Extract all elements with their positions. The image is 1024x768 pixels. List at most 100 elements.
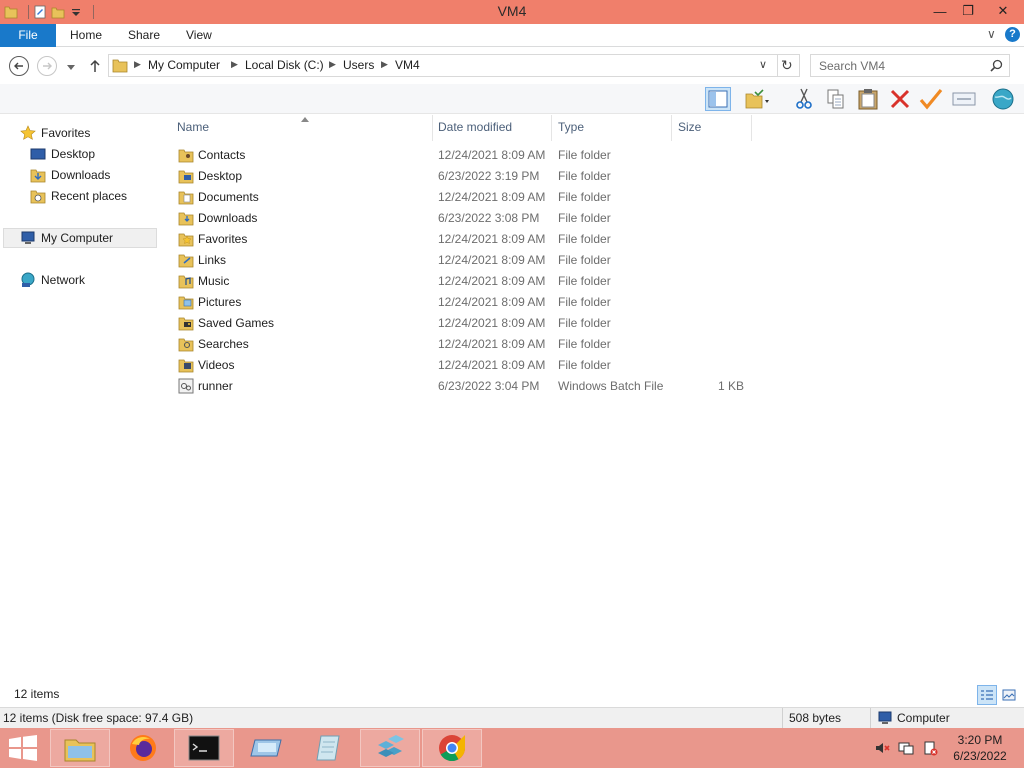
recent-locations-dropdown-icon[interactable]	[66, 63, 76, 71]
nav-network[interactable]: Network	[20, 270, 85, 290]
taskbar-firefox[interactable]	[113, 729, 173, 767]
rename-icon	[952, 92, 976, 106]
tab-view[interactable]: View	[174, 24, 224, 47]
file-name: Music	[198, 274, 230, 288]
breadcrumb-users[interactable]: Users	[343, 58, 374, 72]
nav-downloads[interactable]: Downloads	[30, 165, 110, 185]
column-header-name[interactable]: Name	[171, 115, 433, 141]
file-date: 6/23/2022 3:04 PM	[438, 379, 540, 393]
minimize-button[interactable]: —	[926, 0, 954, 22]
column-header-type[interactable]: Type	[552, 115, 672, 141]
pictures-folder-icon	[178, 296, 194, 310]
file-date: 6/23/2022 3:08 PM	[438, 211, 540, 225]
address-dropdown-button[interactable]: ∨	[759, 58, 767, 71]
restore-button[interactable]: ❐	[954, 0, 982, 22]
computer-icon	[878, 711, 892, 724]
nav-my-computer[interactable]: My Computer	[3, 228, 157, 248]
breadcrumb-my-computer[interactable]: My Computer	[148, 58, 220, 72]
remote-desktop-icon	[250, 739, 282, 757]
taskbar-registry-editor[interactable]	[360, 729, 420, 767]
file-row[interactable]: Searches 12/24/2021 8:09 AM File folder	[174, 334, 754, 355]
file-row[interactable]: Downloads 6/23/2022 3:08 PM File folder	[174, 208, 754, 229]
file-row[interactable]: Pictures 12/24/2021 8:09 AM File folder	[174, 292, 754, 313]
file-row[interactable]: Music 12/24/2021 8:09 AM File folder	[174, 271, 754, 292]
breadcrumb-chevron[interactable]: ▶	[134, 59, 141, 70]
taskbar-command-prompt[interactable]	[174, 729, 234, 767]
file-row[interactable]: Saved Games 12/24/2021 8:09 AM File folder	[174, 313, 754, 334]
breadcrumb-chevron[interactable]: ▶	[231, 59, 238, 70]
up-arrow-icon[interactable]	[88, 58, 102, 74]
select-button[interactable]	[918, 87, 944, 111]
file-row[interactable]: Desktop 6/23/2022 3:19 PM File folder	[174, 166, 754, 187]
search-box[interactable]	[810, 54, 1010, 77]
network-status-icon[interactable]	[898, 740, 914, 756]
breadcrumb-vm4[interactable]: VM4	[395, 58, 420, 72]
file-name: Favorites	[198, 232, 248, 246]
file-type: File folder	[558, 211, 611, 225]
folder-icon	[112, 59, 128, 73]
preview-pane-button[interactable]	[705, 87, 731, 111]
title-bar: VM4 — ❐ ✕	[0, 0, 1024, 24]
navigation-pane: Favorites Desktop Downloads Recent place…	[0, 115, 160, 683]
system-clock[interactable]: 3:20 PM 6/23/2022	[940, 732, 1020, 764]
file-type: File folder	[558, 295, 611, 309]
expand-ribbon-button[interactable]: ∨	[987, 27, 996, 41]
taskbar-chrome[interactable]	[422, 729, 482, 767]
file-row[interactable]: Videos 12/24/2021 8:09 AM File folder	[174, 355, 754, 376]
close-button[interactable]: ✕	[982, 0, 1024, 22]
copy-icon	[827, 89, 844, 109]
file-row[interactable]: Contacts 12/24/2021 8:09 AM File folder	[174, 145, 754, 166]
file-list: Name Date modified Type Size Contacts 12/…	[166, 115, 1024, 683]
refresh-button[interactable]: ↻	[781, 57, 793, 74]
cut-button[interactable]	[791, 87, 817, 111]
windows-start-icon[interactable]	[8, 735, 38, 761]
tab-home[interactable]: Home	[58, 24, 114, 47]
nav-desktop-label: Desktop	[51, 147, 96, 161]
file-row[interactable]: Favorites 12/24/2021 8:09 AM File folder	[174, 229, 754, 250]
rename-button[interactable]	[951, 87, 977, 111]
address-bar[interactable]: ▶ My Computer ▶ Local Disk (C:) ▶ Users …	[108, 54, 800, 77]
action-center-alert-icon[interactable]	[922, 740, 938, 756]
nav-recent-places[interactable]: Recent places	[30, 186, 127, 206]
breadcrumb-chevron[interactable]: ▶	[381, 59, 388, 70]
file-name: Saved Games	[198, 316, 275, 330]
help-button[interactable]: ?	[1005, 27, 1020, 42]
breadcrumb-local-disk[interactable]: Local Disk (C:)	[245, 58, 324, 72]
nav-desktop[interactable]: Desktop	[30, 144, 95, 164]
folder-options-button[interactable]	[744, 87, 770, 111]
copy-button[interactable]	[823, 87, 849, 111]
file-type: Windows Batch File	[558, 379, 664, 393]
details-view-button[interactable]	[977, 685, 997, 705]
back-button[interactable]	[9, 56, 29, 76]
file-row[interactable]: Documents 12/24/2021 8:09 AM File folder	[174, 187, 754, 208]
breadcrumb-chevron[interactable]: ▶	[329, 59, 336, 70]
delete-button[interactable]	[887, 87, 913, 111]
tab-file[interactable]: File	[0, 24, 56, 47]
file-row[interactable]: Links 12/24/2021 8:09 AM File folder	[174, 250, 754, 271]
network-browse-button[interactable]	[990, 87, 1016, 111]
volume-muted-icon[interactable]	[874, 740, 890, 756]
search-icon[interactable]	[990, 59, 1003, 72]
taskbar-remote-desktop[interactable]	[236, 729, 296, 767]
music-folder-icon	[178, 275, 194, 289]
file-row[interactable]: runner 6/23/2022 3:04 PM Windows Batch Fil…	[174, 376, 754, 397]
column-header-date[interactable]: Date modified	[432, 115, 552, 141]
taskbar-notepad[interactable]	[298, 729, 358, 767]
clock-time: 3:20 PM	[957, 733, 1003, 747]
forward-button[interactable]	[37, 56, 57, 76]
tab-share[interactable]: Share	[116, 24, 172, 47]
arrow-right-icon	[43, 62, 52, 70]
nav-favorites[interactable]: Favorites	[20, 123, 90, 143]
file-type: File folder	[558, 190, 611, 204]
taskbar-file-explorer[interactable]	[50, 729, 110, 767]
column-header-size[interactable]: Size	[672, 115, 752, 141]
large-icons-view-button[interactable]	[999, 685, 1019, 705]
registry-editor-icon	[378, 735, 404, 757]
details-divider	[782, 708, 783, 729]
paste-button[interactable]	[855, 87, 881, 111]
file-date: 12/24/2021 8:09 AM	[438, 190, 546, 204]
search-input[interactable]	[811, 55, 981, 76]
star-icon	[20, 125, 36, 140]
recent-places-icon	[30, 190, 46, 204]
notepad-icon	[316, 735, 340, 761]
